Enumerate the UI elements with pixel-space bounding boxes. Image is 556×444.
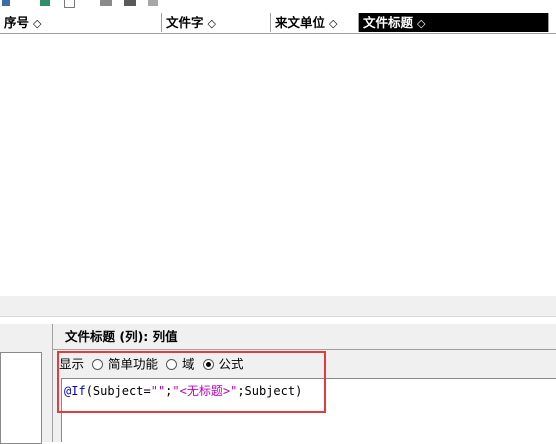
highlight-annotation — [57, 351, 326, 413]
edit-icon[interactable] — [40, 0, 50, 6]
column-header-file-title[interactable]: 文件标题 ◇ — [359, 13, 549, 32]
column-header-label: 文件标题 — [363, 15, 414, 30]
column-header-label: 文件字 — [166, 15, 204, 30]
page-icon[interactable] — [64, 0, 75, 8]
objects-pane — [0, 324, 53, 444]
column-header-source-unit[interactable]: 来文单位 ◇ — [271, 13, 359, 32]
objects-list[interactable] — [0, 352, 42, 444]
sort-icon[interactable]: ◇ — [329, 17, 337, 30]
sort-icon[interactable]: ◇ — [417, 17, 425, 30]
column-header-row: 序号 ◇ 文件字 ◇ 来文单位 ◇ 文件标题 ◇ — [0, 13, 556, 34]
grid-icon[interactable] — [148, 0, 158, 6]
sort-icon[interactable]: ◇ — [33, 17, 41, 30]
column-header-label: 来文单位 — [275, 15, 326, 30]
column-icon[interactable] — [100, 0, 112, 6]
view-body[interactable] — [0, 34, 556, 296]
column-header-file-word[interactable]: 文件字 ◇ — [162, 13, 271, 32]
horizontal-scrollbar[interactable] — [0, 296, 556, 316]
column-header-next[interactable] — [549, 13, 556, 32]
toolbar — [0, 0, 556, 10]
document-icon[interactable] — [2, 0, 10, 6]
panel-title: 文件标题 (列): 列值 — [53, 324, 556, 350]
column-header-seq[interactable]: 序号 ◇ — [0, 13, 162, 32]
column-header-label: 序号 — [4, 15, 30, 30]
sort-icon[interactable]: ◇ — [208, 17, 216, 30]
bar-icon[interactable] — [124, 0, 136, 6]
